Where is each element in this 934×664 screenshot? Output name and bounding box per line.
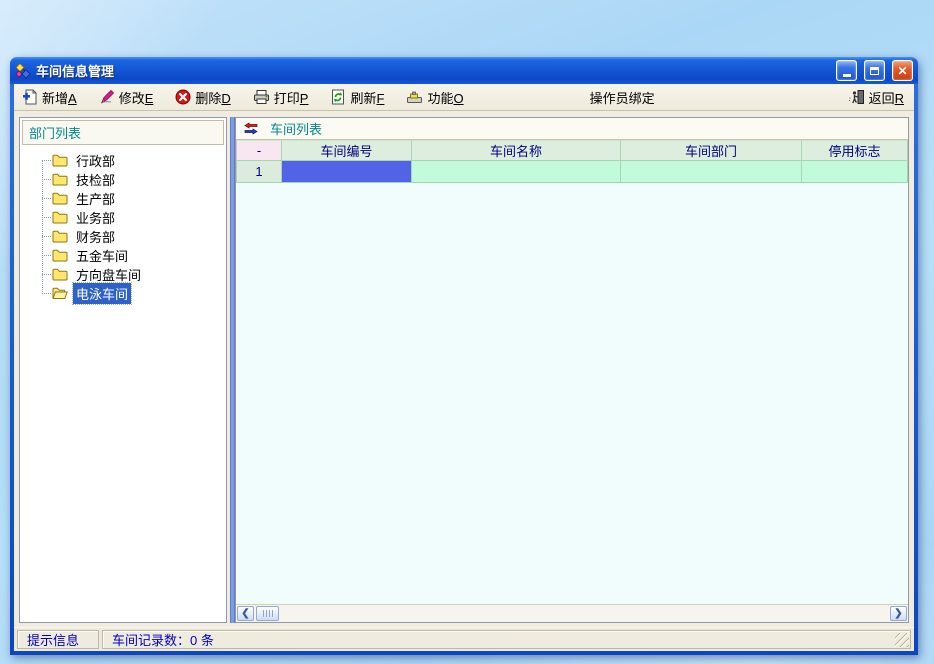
- close-button[interactable]: ✕: [892, 60, 913, 81]
- status-hint-panel: 提示信息: [17, 630, 99, 649]
- function-button-shortcut: O: [453, 91, 463, 106]
- return-button-shortcut: R: [895, 91, 904, 106]
- client-area: 新增A 修改E 删除D: [14, 84, 914, 651]
- folder-closed-icon: [52, 192, 68, 205]
- tree-item-label: 五金车间: [73, 245, 131, 266]
- department-panel: 部门列表 行政部 技检部 生产部: [19, 117, 227, 623]
- grid-header-workshop-name[interactable]: 车间名称: [412, 140, 621, 161]
- tree-item-xingzhengbu[interactable]: 行政部: [20, 151, 226, 170]
- swap-arrows-icon: [243, 121, 259, 136]
- tree-item-jijianbu[interactable]: 技检部: [20, 170, 226, 189]
- record-count-text: 车间记录数：0 条: [112, 630, 214, 649]
- refresh-icon: [330, 89, 346, 105]
- tree-item-label: 业务部: [73, 207, 118, 228]
- print-button-shortcut: P: [300, 91, 309, 106]
- tree-item-label: 技检部: [73, 169, 118, 190]
- close-icon: ✕: [897, 65, 907, 77]
- grid-empty-area: [236, 183, 908, 604]
- refresh-button[interactable]: 刷新F: [330, 88, 384, 107]
- scroll-left-button[interactable]: ❮: [237, 606, 254, 621]
- grid-cell-workshop-name[interactable]: [412, 161, 621, 183]
- app-flowchart-icon: [15, 63, 31, 79]
- folder-closed-icon: [52, 249, 68, 262]
- refresh-button-label: 刷新: [350, 91, 376, 106]
- folder-open-icon: [52, 287, 68, 300]
- grid-cell-workshop-department[interactable]: [621, 161, 802, 183]
- function-button-label: 功能: [427, 91, 453, 106]
- folder-closed-icon: [52, 211, 68, 224]
- tree-item-shengchanbu[interactable]: 生产部: [20, 189, 226, 208]
- workshop-panel: 车间列表 - 车间编号 车间名称 车间部门 停用标志 1: [235, 117, 909, 623]
- delete-button-shortcut: D: [221, 91, 230, 106]
- grid-header-rownum[interactable]: -: [236, 140, 282, 161]
- department-panel-header: 部门列表: [22, 120, 224, 145]
- chevron-right-icon: ❯: [894, 609, 902, 619]
- grid-header-disabled-flag[interactable]: 停用标志: [802, 140, 908, 161]
- print-button-label: 打印: [274, 91, 300, 106]
- return-button[interactable]: 返回R: [848, 88, 904, 107]
- workshop-panel-title: 车间列表: [270, 119, 322, 138]
- title-bar[interactable]: 车间信息管理 ✕: [10, 57, 918, 84]
- folder-closed-icon: [52, 230, 68, 243]
- grid-header-workshop-department[interactable]: 车间部门: [621, 140, 802, 161]
- scroll-right-button[interactable]: ❯: [890, 606, 907, 621]
- print-button[interactable]: 打印P: [253, 88, 309, 107]
- edit-button-shortcut: E: [145, 91, 154, 106]
- exit-door-icon: [848, 89, 865, 105]
- return-button-label: 返回: [869, 91, 895, 106]
- maximize-button[interactable]: [864, 60, 885, 81]
- minimize-icon: [843, 74, 851, 77]
- edit-pencil-icon: [99, 89, 115, 105]
- window-title: 车间信息管理: [36, 61, 829, 80]
- chevron-left-icon: ❮: [241, 609, 249, 619]
- status-record-count-panel: 车间记录数：0 条: [102, 630, 911, 649]
- delete-button-label: 删除: [195, 91, 221, 106]
- tree-item-wujinchejian[interactable]: 五金车间: [20, 246, 226, 265]
- minimize-button[interactable]: [836, 60, 857, 81]
- resize-grip[interactable]: [895, 633, 909, 647]
- app-window: 车间信息管理 ✕ 新增A 修改E: [10, 57, 918, 655]
- department-tree: 行政部 技检部 生产部 业务部: [20, 147, 226, 622]
- tree-item-label: 生产部: [73, 188, 118, 209]
- tree-item-yewubu[interactable]: 业务部: [20, 208, 226, 227]
- tree-item-fangxiangpanchejian[interactable]: 方向盘车间: [20, 265, 226, 284]
- tree-item-label: 财务部: [73, 226, 118, 247]
- grid-header-row: - 车间编号 车间名称 车间部门 停用标志: [236, 140, 908, 161]
- new-button-shortcut: A: [68, 91, 77, 106]
- grid-cell-workshop-number-selected[interactable]: [282, 161, 412, 183]
- folder-closed-icon: [52, 173, 68, 186]
- toolbar: 新增A 修改E 删除D: [14, 84, 914, 111]
- folder-closed-icon: [52, 154, 68, 167]
- tree-item-label: 行政部: [73, 150, 118, 171]
- grid-row-1: 1: [236, 161, 908, 183]
- grid-cell-disabled-flag[interactable]: [802, 161, 908, 183]
- main-area: 部门列表 行政部 技检部 生产部: [14, 111, 914, 627]
- tree-item-label-selected: 电泳车间: [73, 283, 131, 304]
- tree-item-label: 方向盘车间: [73, 264, 144, 285]
- new-button[interactable]: 新增A: [22, 88, 77, 107]
- maximize-icon: [870, 67, 879, 75]
- status-bar: 提示信息 车间记录数：0 条: [14, 627, 914, 651]
- tree-item-dianyongchejian-selected[interactable]: 电泳车间: [20, 284, 226, 303]
- scrollbar-thumb[interactable]: [256, 606, 279, 621]
- function-button[interactable]: 功能O: [406, 88, 463, 107]
- edit-button[interactable]: 修改E: [99, 88, 154, 107]
- grid-header-workshop-number[interactable]: 车间编号: [282, 140, 412, 161]
- tree-item-caiwubu[interactable]: 财务部: [20, 227, 226, 246]
- edit-button-label: 修改: [119, 91, 145, 106]
- horizontal-scrollbar[interactable]: ❮ ❯: [236, 604, 908, 622]
- new-document-icon: [22, 89, 38, 105]
- folder-closed-icon: [52, 268, 68, 281]
- function-tool-icon: [406, 89, 423, 105]
- operator-binding-label[interactable]: 操作员绑定: [590, 88, 655, 107]
- printer-icon: [253, 89, 270, 105]
- refresh-button-shortcut: F: [376, 91, 384, 106]
- workshop-panel-header: 车间列表: [236, 118, 908, 140]
- delete-button[interactable]: 删除D: [175, 88, 230, 107]
- new-button-label: 新增: [42, 91, 68, 106]
- desktop: { "window": { "title": "车间信息管理", "icon":…: [0, 0, 934, 664]
- grid-cell-rownum[interactable]: 1: [236, 161, 282, 183]
- delete-red-x-icon: [175, 89, 191, 105]
